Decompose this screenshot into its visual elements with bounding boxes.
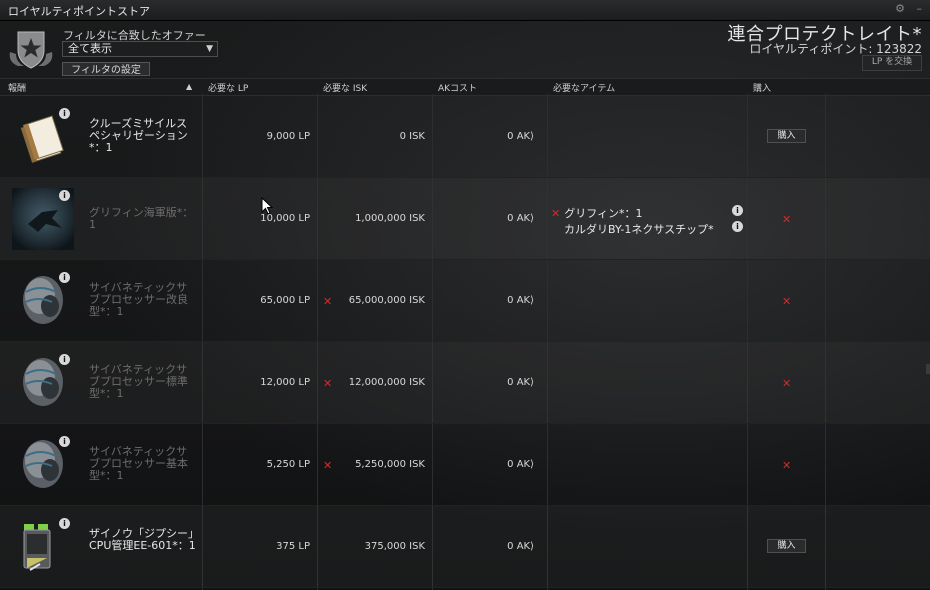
filter-dropdown[interactable]: 全て表示 ▼ — [62, 41, 218, 57]
offer-name[interactable]: サイバネティックサブプロセッサー改良型*：1 — [89, 282, 197, 318]
mouse-cursor-icon — [261, 197, 273, 215]
scrollbar-handle[interactable] — [926, 364, 930, 374]
offer-lp-cost: 12,000 LP — [260, 377, 310, 388]
offer-name[interactable]: クルーズミサイルスペシャリゼーション*：1 — [89, 118, 197, 154]
offer-isk-cost: 1,000,000 ISK — [355, 213, 425, 224]
corporation-emblem-icon — [9, 31, 53, 69]
required-item-name: グリフィン*：1 — [564, 207, 643, 220]
header-reward[interactable]: 報酬 — [8, 81, 26, 94]
missing-item-icon: ✕ — [551, 207, 561, 220]
table-row[interactable]: i ザイノウ「ジプシー」CPU管理EE-601*：1 375 LP 375,00… — [0, 506, 930, 588]
lp-exchange-button[interactable]: LP を交換 — [862, 55, 922, 71]
required-item-name: カルダリBY-1ネクサスチップ* — [564, 223, 714, 236]
offer-isk-cost: 65,000,000 ISK — [348, 295, 425, 306]
filter-selected-value: 全て表示 — [68, 42, 112, 55]
sort-ascending-icon[interactable]: ▲ — [186, 82, 192, 91]
header-lp[interactable]: 必要な LP — [208, 81, 248, 94]
table-row[interactable]: i クルーズミサイルスペシャリゼーション*：1 9,000 LP 0 ISK 0… — [0, 96, 930, 178]
offer-name[interactable]: サイバネティックサブプロセッサー標準型*：1 — [89, 364, 197, 400]
offer-ak-cost: 0 AK⟩ — [507, 541, 534, 552]
info-icon[interactable]: i — [59, 272, 70, 283]
info-icon[interactable]: i — [732, 221, 743, 232]
offer-isk-cost: 0 ISK — [399, 131, 425, 142]
minimize-icon[interactable]: – — [917, 2, 923, 15]
offers-table: 報酬 ▲ 必要な LP 必要な ISK AKコスト 必要なアイテム 購入 i ク… — [0, 78, 930, 590]
header-isk[interactable]: 必要な ISK — [323, 81, 367, 94]
table-row[interactable]: i サイバネティックサブプロセッサー改良型*：1 65,000 LP ✕ 65,… — [0, 260, 930, 342]
window-title: ロイヤルティポイントストア — [8, 5, 151, 18]
info-icon[interactable]: i — [59, 518, 70, 529]
offer-lp-cost: 10,000 LP — [260, 213, 310, 224]
offer-name[interactable]: サイバネティックサブプロセッサー基本型*：1 — [89, 446, 197, 482]
info-icon[interactable]: i — [59, 190, 70, 201]
chevron-down-icon: ▼ — [206, 44, 213, 54]
offer-ak-cost: 0 AK⟩ — [507, 131, 534, 142]
title-bar[interactable]: ロイヤルティポイントストア ⚙ – — [0, 0, 930, 21]
cannot-buy-icon: ✕ — [782, 459, 792, 472]
filter-settings-button[interactable]: フィルタの設定 — [62, 62, 150, 76]
offer-ak-cost: 0 AK⟩ — [507, 213, 534, 224]
info-icon[interactable]: i — [59, 108, 70, 119]
header-items[interactable]: 必要なアイテム — [553, 81, 615, 94]
info-icon[interactable]: i — [59, 354, 70, 365]
offer-isk-cost: 5,250,000 ISK — [355, 459, 425, 470]
offer-lp-cost: 375 LP — [276, 541, 310, 552]
table-row[interactable]: i グリフィン海軍版*：1 10,000 LP 1,000,000 ISK 0 … — [0, 178, 930, 260]
cannot-buy-icon: ✕ — [782, 213, 792, 226]
offer-isk-cost: 12,000,000 ISK — [348, 377, 425, 388]
buy-button[interactable]: 購入 — [767, 539, 806, 553]
offer-name[interactable]: ザイノウ「ジプシー」CPU管理EE-601*：1 — [89, 528, 197, 552]
info-icon[interactable]: i — [732, 205, 743, 216]
offer-ak-cost: 0 AK⟩ — [507, 377, 534, 388]
offer-lp-cost: 9,000 LP — [266, 131, 310, 142]
cannot-buy-icon: ✕ — [782, 377, 792, 390]
offer-isk-cost: 375,000 ISK — [364, 541, 425, 552]
settings-icon[interactable]: ⚙ — [895, 2, 905, 15]
offer-lp-cost: 5,250 LP — [266, 459, 310, 470]
table-row[interactable]: i サイバネティックサブプロセッサー基本型*：1 5,250 LP ✕ 5,25… — [0, 424, 930, 506]
offer-ak-cost: 0 AK⟩ — [507, 459, 534, 470]
buy-button[interactable]: 購入 — [767, 129, 806, 143]
header-ak[interactable]: AKコスト — [438, 81, 477, 94]
table-row[interactable]: i サイバネティックサブプロセッサー標準型*：1 12,000 LP ✕ 12,… — [0, 342, 930, 424]
required-item[interactable]: ✕ グリフィン*：1 — [551, 205, 746, 221]
required-item[interactable]: カルダリBY-1ネクサスチップ* — [564, 221, 759, 237]
header-buy[interactable]: 購入 — [753, 81, 771, 94]
offer-name[interactable]: グリフィン海軍版*：1 — [89, 207, 197, 231]
offer-lp-cost: 65,000 LP — [260, 295, 310, 306]
info-icon[interactable]: i — [59, 436, 70, 447]
offer-ak-cost: 0 AK⟩ — [507, 295, 534, 306]
cannot-buy-icon: ✕ — [782, 295, 792, 308]
table-header: 報酬 ▲ 必要な LP 必要な ISK AKコスト 必要なアイテム 購入 — [0, 78, 930, 96]
lp-store-window: ロイヤルティポイントストア ⚙ – フィルタに合致したオファー 全て表示 ▼ フ… — [0, 0, 930, 590]
